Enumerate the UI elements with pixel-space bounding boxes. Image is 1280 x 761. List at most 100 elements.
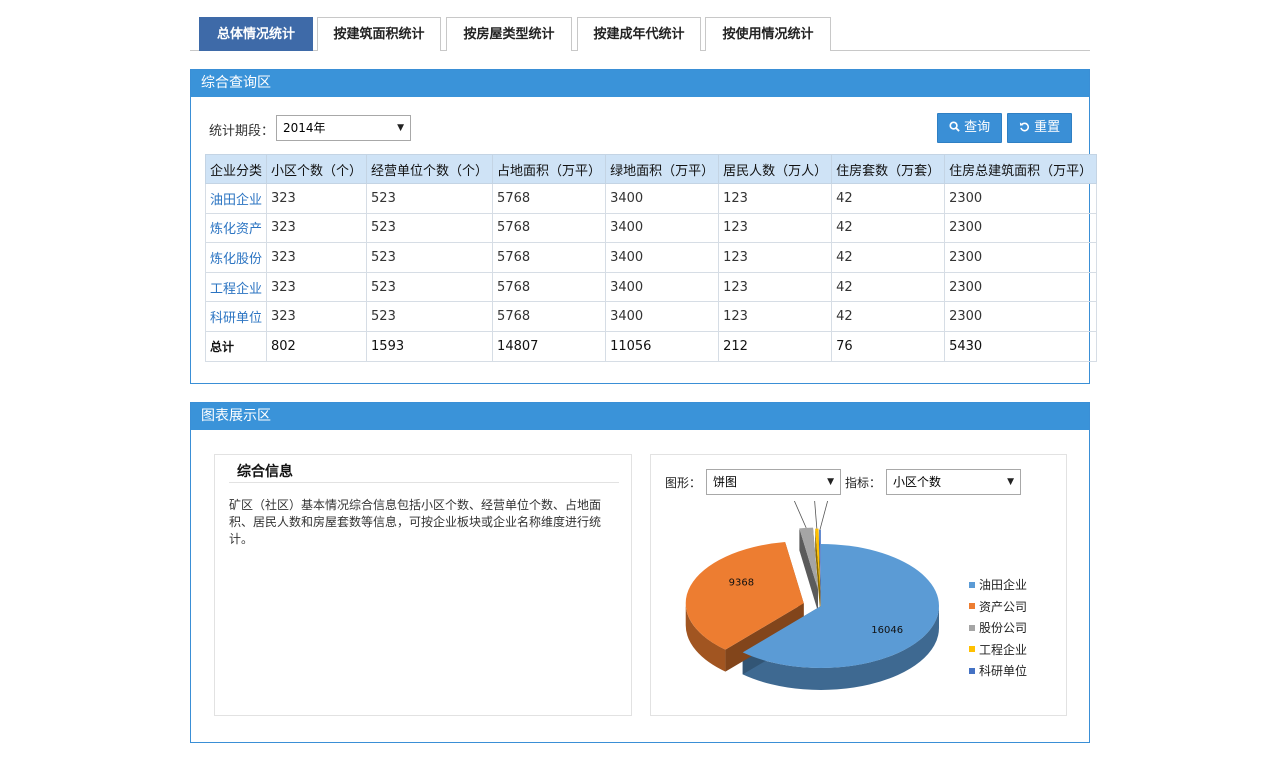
table-cell: 523 <box>366 212 494 244</box>
table-cell: 3400 <box>605 212 720 244</box>
table-cell: 523 <box>366 271 494 303</box>
undo-icon <box>1019 122 1029 132</box>
shape-label: 图形： <box>665 476 702 490</box>
col-header-residents: 居民人数（万人） <box>718 154 833 184</box>
reset-button[interactable]: 重置 <box>1007 113 1072 143</box>
table-cell: 123 <box>718 212 833 244</box>
info-description: 矿区（社区）基本情况综合信息包括小区个数、经营单位个数、占地面积、居民人数和房屋… <box>229 498 602 546</box>
col-header-category: 企业分类 <box>204 154 268 184</box>
tab-by-usage[interactable]: 按使用情况统计 <box>705 17 831 51</box>
search-icon <box>949 121 960 132</box>
chart-panel: 图表展示区 综合信息 矿区（社区）基本情况综合信息包括小区个数、经营单位个数、占… <box>190 402 1090 743</box>
col-header-land-area: 占地面积（万平） <box>492 154 607 184</box>
table-cell: 123 <box>718 183 833 214</box>
table-cell: 1593 <box>366 330 494 362</box>
table-row: 炼化股份 323 523 5768 3400 123 42 2300 <box>204 242 1098 273</box>
table-row: 工程企业 323 523 5768 3400 123 42 2300 <box>204 271 1098 303</box>
table-cell: 14807 <box>492 330 607 362</box>
metric-label: 指标： <box>845 476 882 490</box>
table-cell: 523 <box>366 301 494 332</box>
metric-select[interactable]: 小区个数 ▼ <box>886 469 1021 495</box>
table-cell: 42 <box>831 212 946 244</box>
table-cell: 323 <box>266 212 368 244</box>
table-cell: 323 <box>266 271 368 303</box>
table-header-row: 企业分类 小区个数（个） 经营单位个数（个） 占地面积（万平） 绿地面积（万平）… <box>204 154 1098 184</box>
table-cell: 523 <box>366 183 494 214</box>
table-cell: 123 <box>718 242 833 273</box>
legend-item: 科研单位 <box>969 662 1027 679</box>
table-cell: 42 <box>831 301 946 332</box>
category-link[interactable]: 科研单位 <box>204 301 268 332</box>
period-select-value: 2014年 <box>283 121 326 135</box>
chevron-down-icon: ▼ <box>827 477 834 487</box>
period-label: 统计期段： <box>209 124 275 139</box>
chart-box: 图形： 饼图 ▼ 指标： 小区个数 ▼ 16046936848111660 油田… <box>650 454 1067 716</box>
col-header-green-area: 绿地面积（万平） <box>605 154 720 184</box>
query-panel: 综合查询区 统计期段： 2014年 ▼ 查询 重置 企业分类 小区个数（个） 经… <box>190 69 1098 384</box>
table-cell: 212 <box>718 330 833 362</box>
category-link[interactable]: 油田企业 <box>204 183 268 214</box>
total-label: 总计 <box>204 330 268 362</box>
legend-label: 科研单位 <box>979 664 1028 678</box>
search-button[interactable]: 查询 <box>937 113 1002 143</box>
table-cell: 123 <box>718 301 833 332</box>
table-cell: 5768 <box>492 183 607 214</box>
table-cell: 2300 <box>944 183 1098 214</box>
table-row: 科研单位 323 523 5768 3400 123 42 2300 <box>204 301 1098 332</box>
chart-panel-header: 图表展示区 <box>191 403 1089 430</box>
chevron-down-icon: ▼ <box>1007 477 1014 487</box>
stats-table: 企业分类 小区个数（个） 经营单位个数（个） 占地面积（万平） 绿地面积（万平）… <box>204 154 1098 362</box>
pie-chart: 16046936848111660 <box>685 501 939 690</box>
reset-button-label: 重置 <box>1034 120 1061 135</box>
pie-data-label: 16046 <box>871 625 903 636</box>
tab-bar: 总体情况统计 按建筑面积统计 按房屋类型统计 按建成年代统计 按使用情况统计 <box>190 17 1090 51</box>
table-cell: 5768 <box>492 242 607 273</box>
table-cell: 5430 <box>944 330 1098 362</box>
table-cell: 42 <box>831 183 946 214</box>
table-cell: 76 <box>831 330 946 362</box>
query-panel-header: 综合查询区 <box>191 70 1089 97</box>
table-cell: 323 <box>266 242 368 273</box>
tab-by-build-year[interactable]: 按建成年代统计 <box>577 17 701 51</box>
col-header-business-count: 经营单位个数（个） <box>366 154 494 184</box>
legend-item: 资产公司 <box>969 598 1027 615</box>
tab-by-building-area[interactable]: 按建筑面积统计 <box>317 17 441 51</box>
tab-by-house-type[interactable]: 按房屋类型统计 <box>446 17 572 51</box>
shape-select-value: 饼图 <box>713 475 738 489</box>
label-leader-line <box>793 501 807 529</box>
table-cell: 2300 <box>944 271 1098 303</box>
legend-item: 股份公司 <box>969 619 1027 636</box>
category-link[interactable]: 炼化股份 <box>204 242 268 273</box>
table-cell: 3400 <box>605 183 720 214</box>
table-cell: 2300 <box>944 212 1098 244</box>
col-header-building-area: 住房总建筑面积（万平） <box>944 154 1098 184</box>
info-box: 综合信息 矿区（社区）基本情况综合信息包括小区个数、经营单位个数、占地面积、居民… <box>214 454 632 716</box>
table-cell: 5768 <box>492 271 607 303</box>
period-select[interactable]: 2014年 ▼ <box>276 115 411 141</box>
legend-swatch <box>969 667 975 674</box>
table-cell: 2300 <box>944 301 1098 332</box>
legend-swatch <box>969 624 975 631</box>
table-cell: 2300 <box>944 242 1098 273</box>
legend-item: 工程企业 <box>969 641 1027 658</box>
metric-select-value: 小区个数 <box>893 475 942 489</box>
shape-select[interactable]: 饼图 ▼ <box>706 469 841 495</box>
table-total-row: 总计 802 1593 14807 11056 212 76 5430 <box>204 330 1098 362</box>
table-cell: 3400 <box>605 242 720 273</box>
table-cell: 3400 <box>605 301 720 332</box>
legend-swatch <box>969 646 975 652</box>
legend-item: 油田企业 <box>969 576 1027 593</box>
table-cell: 5768 <box>492 301 607 332</box>
table-row: 炼化资产 323 523 5768 3400 123 42 2300 <box>204 212 1098 244</box>
table-row: 油田企业 323 523 5768 3400 123 42 2300 <box>204 183 1098 214</box>
search-button-label: 查询 <box>964 120 991 135</box>
table-cell: 42 <box>831 242 946 273</box>
category-link[interactable]: 工程企业 <box>204 271 268 303</box>
table-cell: 3400 <box>605 271 720 303</box>
table-cell: 323 <box>266 183 368 214</box>
col-header-housing-units: 住房套数（万套） <box>831 154 946 184</box>
tab-overall[interactable]: 总体情况统计 <box>199 17 313 51</box>
category-link[interactable]: 炼化资产 <box>204 212 268 244</box>
chevron-down-icon: ▼ <box>397 123 404 133</box>
divider <box>229 482 619 483</box>
